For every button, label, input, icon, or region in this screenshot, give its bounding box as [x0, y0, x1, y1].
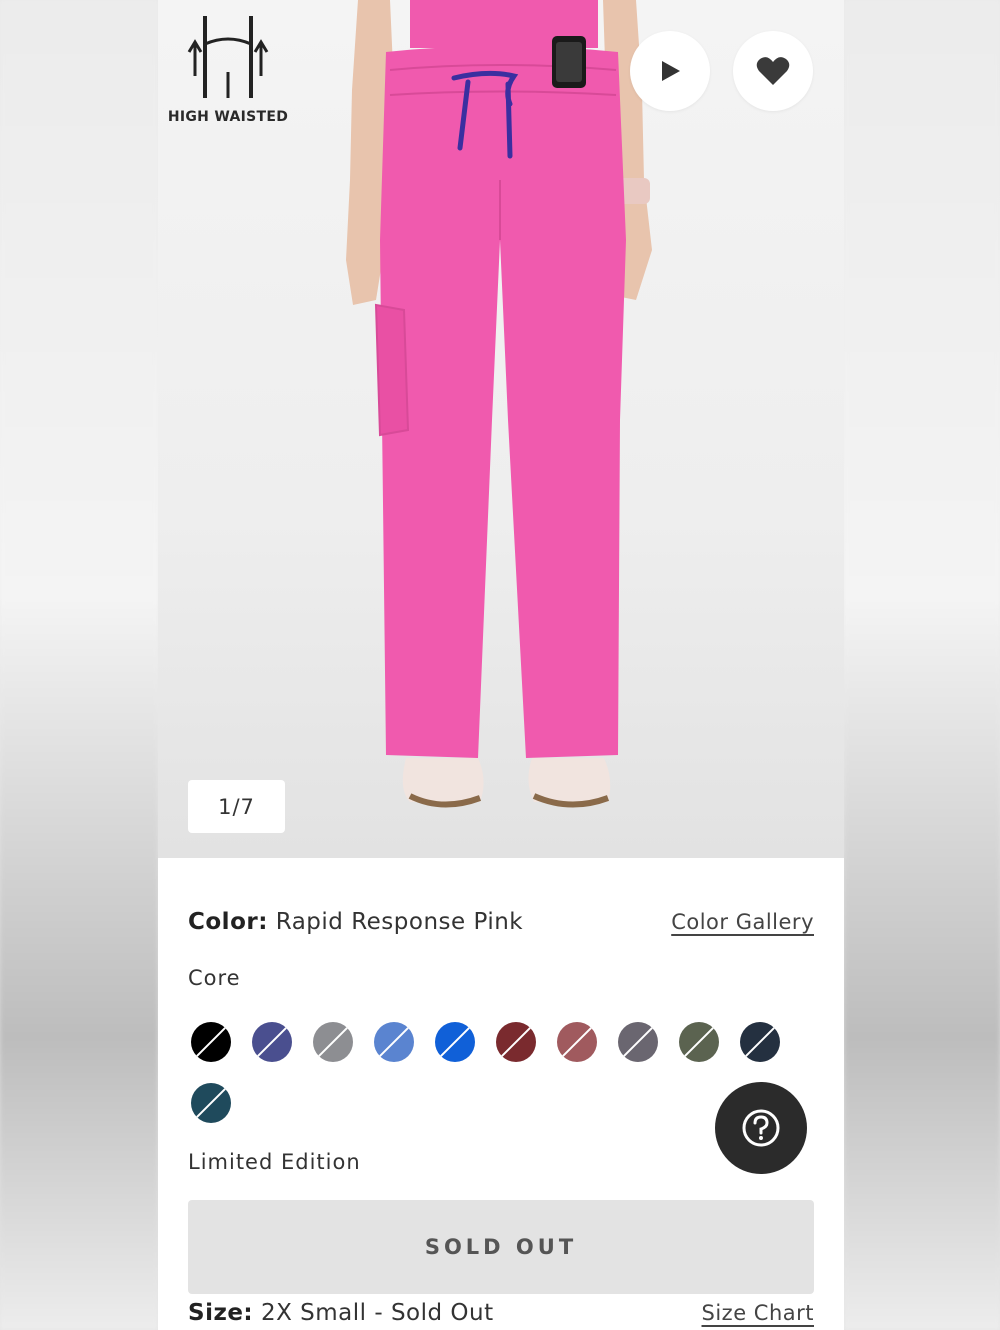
play-video-button[interactable] — [630, 31, 710, 111]
color-swatch[interactable] — [618, 1022, 658, 1062]
high-waisted-label: HIGH WAISTED — [167, 109, 289, 125]
color-gallery-link[interactable]: Color Gallery — [671, 910, 814, 934]
heart-icon — [756, 57, 790, 85]
sold-out-button[interactable]: SOLD OUT — [188, 1200, 814, 1294]
size-value[interactable]: 2X Small - Sold Out — [261, 1300, 494, 1326]
background-left — [0, 0, 158, 1330]
color-value: Rapid Response Pink — [275, 909, 524, 935]
color-selection: Color: Rapid Response Pink — [188, 909, 523, 935]
size-selection: Size: 2X Small - Sold Out — [188, 1300, 494, 1326]
color-swatch[interactable] — [740, 1022, 780, 1062]
product-page: HIGH WAISTED 1/7 Color: Rapid Response P… — [158, 0, 844, 1330]
background-right — [844, 0, 1000, 1330]
core-label: Core — [188, 966, 241, 990]
color-swatch[interactable] — [435, 1022, 475, 1062]
high-waisted-badge: HIGH WAISTED — [166, 14, 290, 125]
play-icon — [662, 61, 680, 81]
help-button[interactable] — [715, 1082, 807, 1174]
product-photo — [346, 0, 652, 808]
help-icon — [742, 1109, 780, 1147]
image-counter: 1/7 — [188, 780, 285, 833]
color-swatch[interactable] — [557, 1022, 597, 1062]
favorite-button[interactable] — [733, 31, 813, 111]
limited-edition-label: Limited Edition — [188, 1150, 361, 1174]
high-waisted-icon — [187, 16, 269, 98]
color-row: Color: Rapid Response Pink Color Gallery — [188, 904, 814, 940]
color-swatch[interactable] — [679, 1022, 719, 1062]
product-image[interactable]: HIGH WAISTED 1/7 — [158, 0, 844, 858]
color-swatch[interactable] — [313, 1022, 353, 1062]
color-swatch[interactable] — [252, 1022, 292, 1062]
size-row: Size: 2X Small - Sold Out Size Chart — [188, 1295, 814, 1330]
color-swatch[interactable] — [374, 1022, 414, 1062]
size-label: Size: — [188, 1300, 254, 1326]
size-chart-link[interactable]: Size Chart — [702, 1301, 815, 1325]
color-swatch[interactable] — [191, 1022, 231, 1062]
color-swatch[interactable] — [191, 1083, 231, 1123]
color-swatch[interactable] — [496, 1022, 536, 1062]
color-label: Color: — [188, 909, 268, 935]
